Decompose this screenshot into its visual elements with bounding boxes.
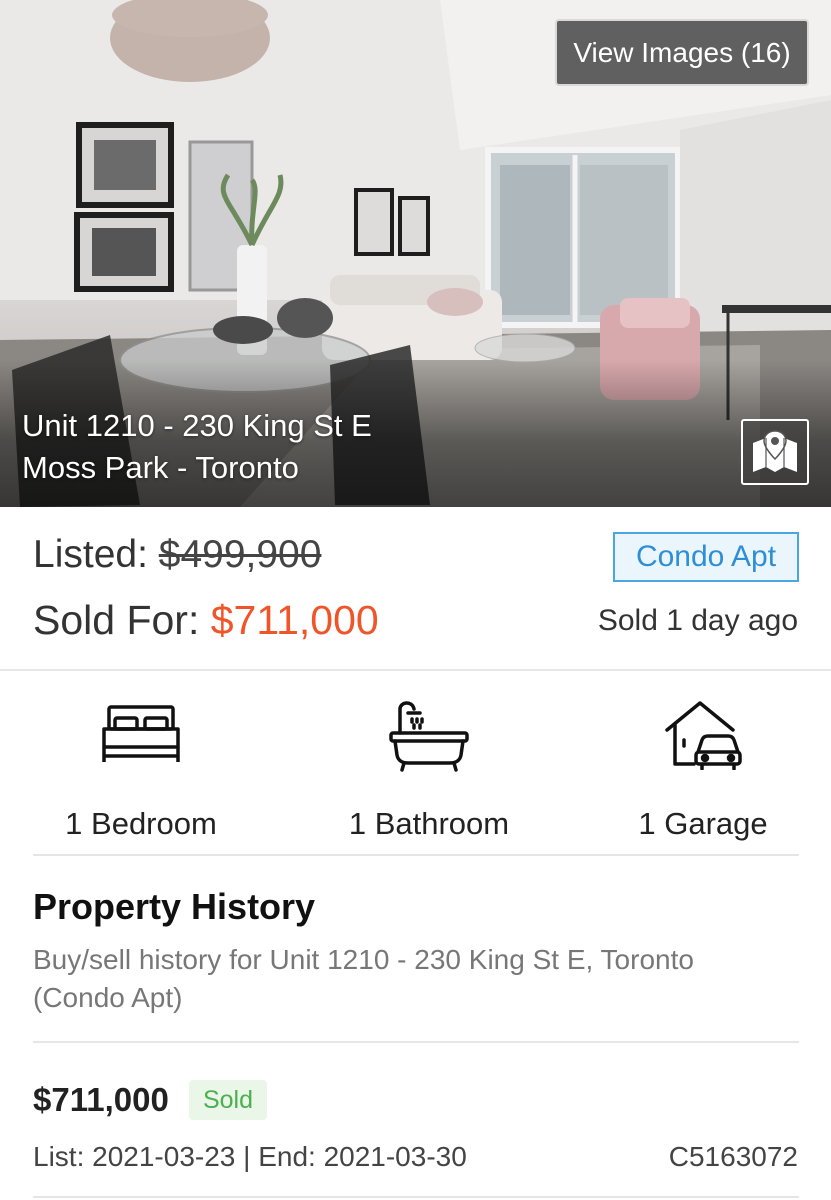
listed-price: $499,900 bbox=[158, 533, 322, 576]
section-divider bbox=[33, 1196, 799, 1198]
listing-address: Unit 1210 - 230 King St E Moss Park - To… bbox=[22, 405, 372, 489]
listed-price-row: Listed: $499,900 bbox=[33, 533, 321, 577]
bedrooms-label: 1 Bedroom bbox=[65, 806, 217, 841]
garage-icon bbox=[665, 701, 742, 770]
sold-ago-text: Sold 1 day ago bbox=[597, 604, 798, 637]
sold-label: Sold For: bbox=[33, 597, 211, 643]
map-button[interactable] bbox=[741, 419, 809, 485]
property-history-description: Buy/sell history for Unit 1210 - 230 Kin… bbox=[33, 944, 694, 1013]
feature-bedrooms: 1 Bedroom bbox=[11, 690, 271, 842]
bed-icon bbox=[102, 705, 180, 762]
history-status-badge: Sold bbox=[189, 1080, 267, 1120]
sold-price-row: Sold For: $711,000 bbox=[33, 597, 379, 644]
property-history-title: Property History bbox=[33, 886, 316, 927]
address-line-area: Moss Park - Toronto bbox=[22, 450, 299, 485]
bathrooms-label: 1 Bathroom bbox=[348, 806, 510, 841]
history-dates: List: 2021-03-23 | End: 2021-03-30 bbox=[33, 1141, 467, 1172]
view-images-button[interactable]: View Images (16) bbox=[555, 19, 809, 86]
listing-photo[interactable]: View Images (16) Unit 1210 - 230 King St… bbox=[0, 0, 831, 507]
section-divider bbox=[33, 854, 799, 856]
garage-label: 1 Garage bbox=[638, 806, 768, 841]
property-type-badge: Condo Apt bbox=[613, 532, 799, 582]
bathtub-icon bbox=[389, 701, 469, 772]
map-pin-icon bbox=[753, 430, 797, 472]
section-divider bbox=[33, 1041, 799, 1043]
section-divider bbox=[0, 669, 831, 671]
history-mls-number: C5163072 bbox=[668, 1141, 798, 1172]
listed-label: Listed: bbox=[33, 533, 159, 576]
history-price: $711,000 bbox=[33, 1081, 169, 1118]
feature-garage: 1 Garage bbox=[573, 690, 831, 842]
address-line-street: Unit 1210 - 230 King St E bbox=[22, 408, 372, 443]
feature-bathrooms: 1 Bathroom bbox=[299, 690, 559, 842]
sold-price: $711,000 bbox=[210, 597, 379, 643]
